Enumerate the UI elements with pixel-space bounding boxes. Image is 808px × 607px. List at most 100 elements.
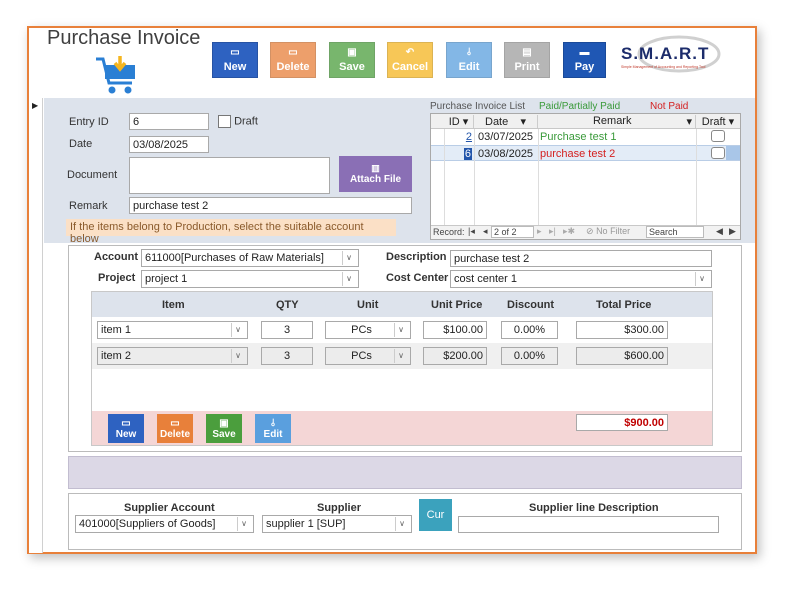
- chevron-down-icon[interactable]: ∨: [231, 323, 244, 337]
- chevron-down-icon[interactable]: ∨: [394, 349, 407, 363]
- cancel-button[interactable]: ↶ Cancel: [387, 42, 433, 78]
- record-navigator: Record: |◂ ◂ 2 of 2 ▸ ▸| ▸✱ ⊘ No Filter …: [431, 225, 740, 239]
- chevron-down-icon[interactable]: ∨: [695, 272, 708, 286]
- cost-center-combo[interactable]: cost center 1 ∨: [450, 270, 712, 288]
- items-grid: Item QTY Unit Unit Price Discount Total …: [91, 291, 713, 446]
- new-record-icon[interactable]: ▸✱: [563, 226, 575, 237]
- table-row[interactable]: item 2 ∨ 3 PCs ∨ $200.00 0.00% $600.00: [92, 343, 712, 369]
- list-row[interactable]: 2 03/07/2025 Purchase test 1: [431, 129, 740, 145]
- discount-field[interactable]: 0.00%: [501, 347, 558, 365]
- currency-button[interactable]: Cur: [419, 499, 452, 531]
- draft-checkbox-row[interactable]: [711, 130, 725, 142]
- date-label: Date: [69, 138, 93, 150]
- entry-id-label: Entry ID: [69, 116, 109, 128]
- chevron-down-icon[interactable]: ∨: [342, 272, 355, 286]
- item-combo[interactable]: item 1 ∨: [97, 321, 248, 339]
- next-record-icon[interactable]: ▸: [537, 226, 542, 237]
- account-label: Account: [94, 251, 138, 263]
- project-combo[interactable]: project 1 ∨: [141, 270, 359, 288]
- record-selector[interactable]: ▶: [29, 98, 43, 553]
- remark-label: Remark: [69, 200, 108, 212]
- supplier-line-description-field[interactable]: [458, 516, 719, 533]
- document-field[interactable]: [129, 157, 330, 194]
- description-field[interactable]: purchase test 2: [450, 250, 712, 267]
- save-icon: ▣: [347, 46, 357, 58]
- unit-price-field[interactable]: $100.00: [423, 321, 487, 339]
- search-box[interactable]: Search: [646, 226, 704, 238]
- edit-button[interactable]: ⫰ Edit: [446, 42, 492, 78]
- prev-record-icon[interactable]: ◂: [483, 226, 488, 237]
- delete-button[interactable]: ▭ Delete: [270, 42, 316, 78]
- line-delete-button[interactable]: ▭ Delete: [157, 414, 193, 443]
- invoice-list: ID ▾ Date ▾ Remark ▾ Draft ▾ 2 03/07/202…: [430, 113, 741, 240]
- grid-header: Item QTY Unit Unit Price Discount Total …: [92, 292, 712, 317]
- paid-legend: Paid/Partially Paid: [539, 101, 621, 112]
- delete-icon: ▭: [288, 46, 298, 58]
- discount-field[interactable]: 0.00%: [501, 321, 558, 339]
- new-icon: ▭: [121, 417, 131, 429]
- list-title: Purchase Invoice List: [430, 101, 526, 112]
- cart-icon: [94, 55, 140, 97]
- chevron-down-icon[interactable]: ∨: [231, 349, 244, 363]
- project-label: Project: [98, 272, 136, 284]
- supplier-label: Supplier: [317, 502, 362, 514]
- delete-icon: ▭: [170, 417, 180, 429]
- filter-icon: ⊘: [586, 226, 594, 236]
- unit-combo[interactable]: PCs ∨: [325, 347, 411, 365]
- date-field[interactable]: 03/08/2025: [129, 136, 209, 153]
- line-new-button[interactable]: ▭ New: [108, 414, 144, 443]
- account-combo[interactable]: 611000[Purchases of Raw Materials] ∨: [141, 249, 359, 267]
- attach-file-button[interactable]: ▥ Attach File: [339, 156, 412, 192]
- line-edit-button[interactable]: ⫰ Edit: [255, 414, 291, 443]
- scroll-right-icon[interactable]: ▶: [729, 226, 736, 237]
- remark-field[interactable]: purchase test 2: [129, 197, 412, 214]
- table-row[interactable]: item 1 ∨ 3 PCs ∨ $100.00 0.00% $300.00: [92, 317, 712, 343]
- scroll-left-icon[interactable]: ◀: [716, 226, 723, 237]
- supplier-line-description-label: Supplier line Description: [529, 502, 659, 514]
- item-combo[interactable]: item 2 ∨: [97, 347, 248, 365]
- total-price-field: $300.00: [576, 321, 668, 339]
- unit-combo[interactable]: PCs ∨: [325, 321, 411, 339]
- supplier-combo[interactable]: supplier 1 [SUP] ∨: [262, 515, 412, 533]
- grid-footer: ▭ New ▭ Delete ▣ Save ⫰ Edit $900.00: [92, 411, 712, 445]
- record-position[interactable]: 2 of 2: [491, 226, 534, 238]
- list-row-selected[interactable]: 6 03/08/2025 purchase test 2: [431, 145, 740, 161]
- pay-icon: ▬: [579, 46, 590, 58]
- entry-id-field[interactable]: 6: [129, 113, 209, 130]
- total-price-field: $600.00: [576, 347, 668, 365]
- chevron-down-icon[interactable]: ∨: [237, 517, 250, 531]
- page-title: Purchase Invoice: [47, 27, 201, 49]
- filter-toggle[interactable]: ⊘ No Filter: [586, 226, 630, 237]
- checkbox-icon: [218, 115, 231, 128]
- pay-button[interactable]: ▬ Pay: [563, 42, 606, 78]
- summary-bar: [68, 456, 742, 489]
- new-button[interactable]: ▭ New: [212, 42, 258, 78]
- grand-total-field: $900.00: [576, 414, 668, 431]
- unit-price-field[interactable]: $200.00: [423, 347, 487, 365]
- production-hint: If the items belong to Production, selec…: [66, 219, 396, 245]
- printer-icon: ▤: [522, 46, 532, 58]
- supplier-account-label: Supplier Account: [124, 502, 215, 514]
- save-button[interactable]: ▣ Save: [329, 42, 375, 78]
- draft-checkbox-row[interactable]: [711, 147, 725, 159]
- not-paid-legend: Not Paid: [650, 101, 689, 112]
- col-remark[interactable]: Remark ▾: [538, 115, 696, 128]
- undo-icon: ↶: [405, 46, 415, 58]
- supplier-account-combo[interactable]: 401000[Suppliers of Goods] ∨: [75, 515, 254, 533]
- edit-icon: ⫰: [270, 417, 276, 429]
- draft-checkbox[interactable]: Draft: [218, 115, 258, 128]
- chevron-down-icon[interactable]: ∨: [342, 251, 355, 265]
- first-record-icon[interactable]: |◂: [468, 226, 475, 237]
- chevron-down-icon[interactable]: ∨: [395, 517, 408, 531]
- chevron-down-icon[interactable]: ∨: [394, 323, 407, 337]
- last-record-icon[interactable]: ▸|: [549, 226, 556, 237]
- line-save-button[interactable]: ▣ Save: [206, 414, 242, 443]
- qty-field[interactable]: 3: [261, 347, 313, 365]
- print-button[interactable]: ▤ Print: [504, 42, 550, 78]
- col-date[interactable]: Date ▾: [474, 115, 538, 128]
- new-icon: ▭: [230, 46, 240, 58]
- col-id[interactable]: ID ▾: [444, 115, 474, 128]
- description-label: Description: [386, 251, 447, 263]
- col-draft[interactable]: Draft ▾: [696, 115, 740, 128]
- qty-field[interactable]: 3: [261, 321, 313, 339]
